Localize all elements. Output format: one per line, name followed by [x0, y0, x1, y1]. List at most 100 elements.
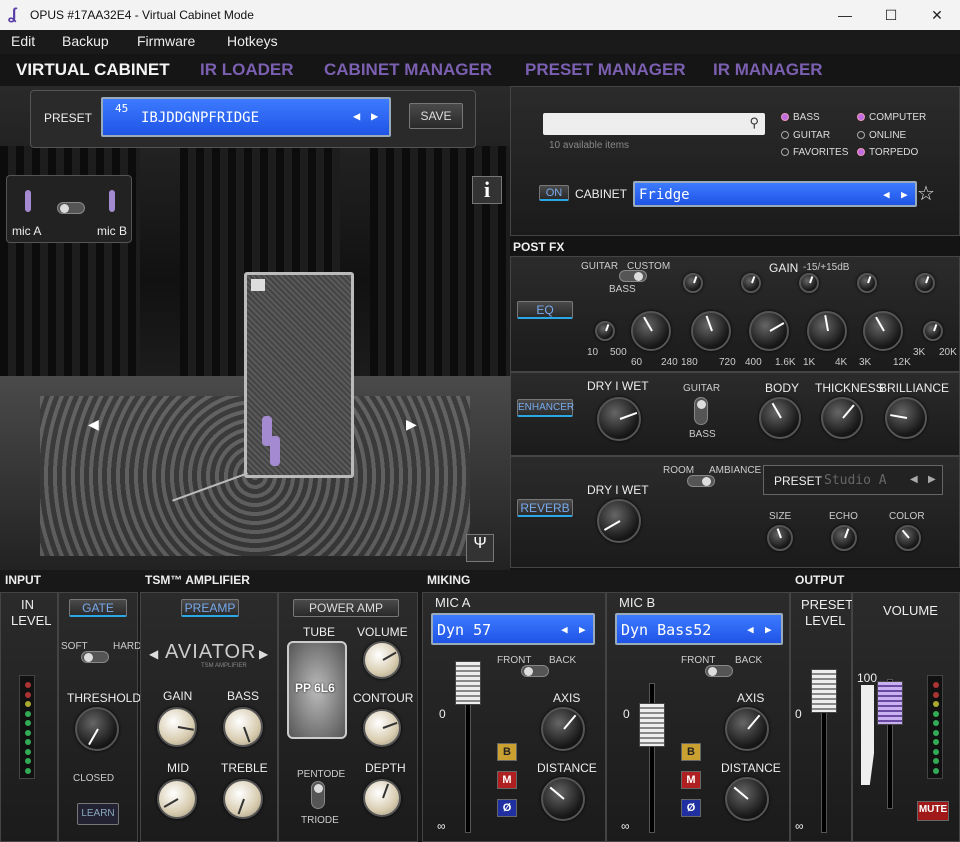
filter-bass[interactable]: BASS [781, 112, 820, 123]
mic-a-bass-button[interactable]: B [497, 743, 517, 761]
mic-b-distance-knob[interactable] [725, 777, 769, 821]
stage-left-arrow-icon[interactable]: ◀ [88, 416, 99, 433]
cabinet-on-button[interactable]: ON [539, 185, 569, 201]
eq-freq-knob-2[interactable] [691, 311, 731, 351]
mic-b-placement[interactable] [270, 436, 280, 466]
filter-favorites[interactable]: FAVORITES [781, 147, 848, 158]
tab-ir-loader[interactable]: IR LOADER [200, 60, 294, 80]
output-level-fader[interactable] [811, 669, 837, 713]
gain-knob[interactable] [157, 707, 197, 747]
tube-selector[interactable]: PP 6L6 [287, 641, 347, 739]
eq-button[interactable]: EQ [517, 301, 573, 319]
tab-cabinet-manager[interactable]: CABINET MANAGER [324, 60, 492, 80]
mic-b-mute-button[interactable]: M [681, 771, 701, 789]
mic-b-phase-button[interactable]: Ø [681, 799, 701, 817]
info-button[interactable]: i [472, 176, 502, 204]
mic-a-next-icon[interactable]: ▶ [579, 623, 586, 636]
eq-gain-knob-2[interactable] [741, 273, 761, 293]
eq-freq-knob-4[interactable] [807, 311, 847, 351]
maximize-button[interactable]: ☐ [868, 0, 914, 30]
cabinet-display[interactable]: Fridge ◀ ▶ [633, 181, 917, 207]
preset-next-icon[interactable]: ▶ [371, 109, 378, 123]
speaker-cabinet[interactable] [244, 272, 354, 478]
amp-next-icon[interactable]: ▶ [259, 647, 268, 661]
preset-display[interactable]: 45 IBJDDGNPFRIDGE ◀ ▶ [101, 97, 391, 137]
eq-gain-knob-4[interactable] [857, 273, 877, 293]
preamp-button[interactable]: PREAMP [181, 599, 239, 617]
contour-knob[interactable] [363, 709, 401, 747]
pentode-triode-toggle[interactable] [311, 781, 325, 809]
mic-b-bass-button[interactable]: B [681, 743, 701, 761]
threshold-knob[interactable] [75, 707, 119, 751]
tab-ir-manager[interactable]: IR MANAGER [713, 60, 823, 80]
mic-b-display[interactable]: Dyn Bass52 ◀ ▶ [615, 613, 783, 645]
cabinet-prev-icon[interactable]: ◀ [883, 188, 890, 201]
mic-a-mute-button[interactable]: M [497, 771, 517, 789]
cabinet-next-icon[interactable]: ▶ [901, 188, 908, 201]
stage-right-arrow-icon[interactable]: ▶ [406, 416, 417, 433]
eq-gain-knob-1[interactable] [683, 273, 703, 293]
thickness-knob[interactable] [821, 397, 863, 439]
mic-b-fader[interactable] [639, 703, 665, 747]
body-knob[interactable] [759, 397, 801, 439]
mic-a-phase-button[interactable]: Ø [497, 799, 517, 817]
enhancer-mode-toggle[interactable] [694, 397, 708, 425]
amp-prev-icon[interactable]: ◀ [149, 647, 158, 661]
mic-a-display[interactable]: Dyn 57 ◀ ▶ [431, 613, 595, 645]
filter-computer[interactable]: COMPUTER [857, 112, 926, 123]
output-volume-fader[interactable] [877, 681, 903, 725]
eq-freq-knob-5[interactable] [863, 311, 903, 351]
menu-hotkeys[interactable]: Hotkeys [227, 33, 278, 49]
menu-firmware[interactable]: Firmware [137, 33, 195, 49]
eq-mode-toggle[interactable] [619, 270, 647, 282]
learn-button[interactable]: LEARN [77, 803, 119, 825]
size-knob[interactable] [767, 525, 793, 551]
minimize-button[interactable]: — [822, 0, 868, 30]
tuner-fork-icon[interactable]: Ψ [466, 534, 494, 562]
enhancer-drywet-knob[interactable] [597, 397, 641, 441]
reverb-type-toggle[interactable] [687, 475, 715, 487]
eq-gain-knob-5[interactable] [915, 273, 935, 293]
brilliance-knob[interactable] [885, 397, 927, 439]
mic-a-axis-knob[interactable] [541, 707, 585, 751]
preset-prev-icon[interactable]: ◀ [353, 109, 360, 123]
mic-a-position-toggle[interactable] [521, 665, 549, 677]
color-knob[interactable] [895, 525, 921, 551]
eq-low-cut-knob[interactable] [595, 321, 615, 341]
filter-torpedo[interactable]: TORPEDO [857, 147, 918, 158]
eq-freq-knob-1[interactable] [631, 311, 671, 351]
eq-freq-knob-3[interactable] [749, 311, 789, 351]
eq-gain-knob-3[interactable] [799, 273, 819, 293]
mic-b-position-toggle[interactable] [705, 665, 733, 677]
mic-b-next-icon[interactable]: ▶ [765, 623, 772, 636]
depth-knob[interactable] [363, 779, 401, 817]
mic-select-toggle[interactable] [57, 202, 85, 214]
filter-guitar[interactable]: GUITAR [781, 130, 830, 141]
amp-volume-knob[interactable] [363, 641, 401, 679]
eq-high-cut-knob[interactable] [923, 321, 943, 341]
close-button[interactable]: ✕ [914, 0, 960, 30]
tab-preset-manager[interactable]: PRESET MANAGER [525, 60, 686, 80]
menu-edit[interactable]: Edit [11, 33, 35, 49]
reverb-drywet-knob[interactable] [597, 499, 641, 543]
mic-b-prev-icon[interactable]: ◀ [747, 623, 754, 636]
bass-knob[interactable] [223, 707, 263, 747]
mute-button[interactable]: MUTE [917, 801, 949, 821]
treble-knob[interactable] [223, 779, 263, 819]
favorite-star-icon[interactable]: ☆ [917, 181, 935, 206]
search-icon[interactable]: ⚲ [749, 115, 759, 131]
save-button[interactable]: SAVE [409, 103, 463, 129]
enhancer-button[interactable]: ENHANCER [517, 399, 574, 417]
echo-knob[interactable] [831, 525, 857, 551]
mic-b-axis-knob[interactable] [725, 707, 769, 751]
mic-a-distance-knob[interactable] [541, 777, 585, 821]
reverb-prev-icon[interactable]: ◀ [910, 474, 918, 485]
tab-virtual-cabinet[interactable]: VIRTUAL CABINET [16, 60, 170, 80]
power-amp-button[interactable]: POWER AMP [293, 599, 399, 617]
mic-a-prev-icon[interactable]: ◀ [561, 623, 568, 636]
reverb-next-icon[interactable]: ▶ [928, 474, 936, 485]
gate-mode-toggle[interactable] [81, 651, 109, 663]
filter-online[interactable]: ONLINE [857, 130, 906, 141]
mid-knob[interactable] [157, 779, 197, 819]
reverb-button[interactable]: REVERB [517, 499, 573, 517]
